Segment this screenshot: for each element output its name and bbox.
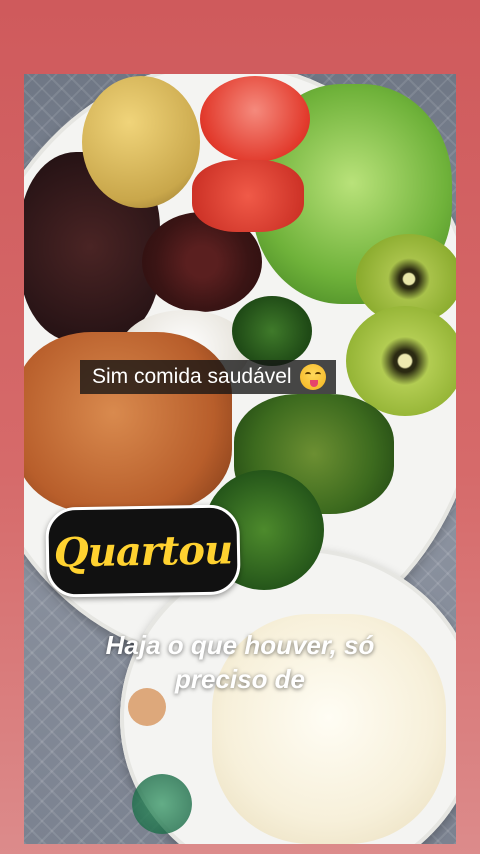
- food-potato: [82, 76, 200, 208]
- food-tomato: [192, 160, 304, 232]
- quartou-sticker[interactable]: Quartou: [45, 504, 241, 598]
- story-caption[interactable]: Sim comida saudável: [80, 360, 336, 394]
- story-photo: [24, 74, 456, 844]
- plate-decoration: [132, 774, 192, 834]
- face-savoring-food-emoji-icon: [299, 364, 326, 390]
- food-chicken: [24, 332, 232, 512]
- food-broccoli: [232, 296, 312, 366]
- story-overlay-text[interactable]: Haja o que houver, só preciso de: [60, 628, 420, 696]
- sticker-text: Quartou: [53, 525, 233, 577]
- food-kiwi: [346, 306, 456, 416]
- caption-text: Sim comida saudável: [92, 365, 292, 388]
- food-tomato: [200, 76, 310, 162]
